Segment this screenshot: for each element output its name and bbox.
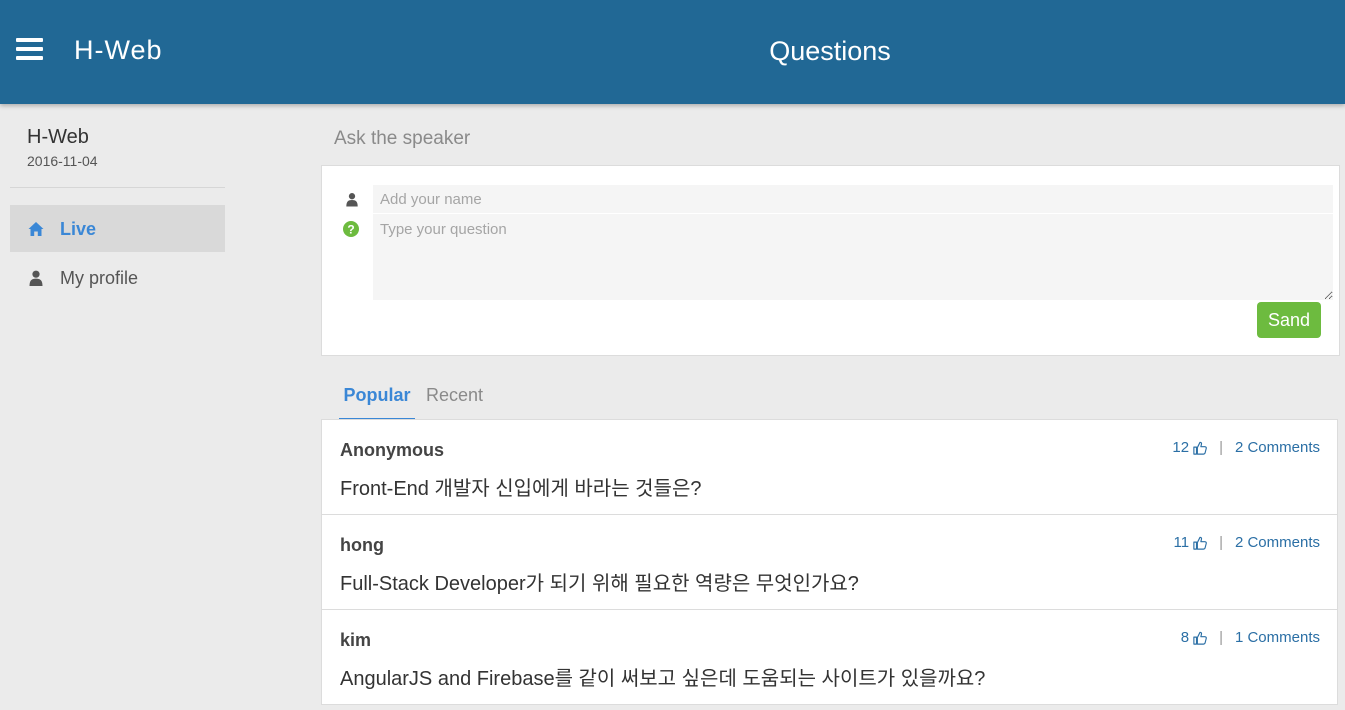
sidebar-item-label: My profile <box>60 268 139 288</box>
question-circle-icon: ? <box>343 221 359 237</box>
like-button[interactable]: 11 <box>1173 534 1207 551</box>
comments-link[interactable]: 2 Comments <box>1235 534 1320 551</box>
like-count: 11 <box>1173 534 1190 551</box>
question-list: Anonymous Front-End 개발자 신입에게 바라는 것들은? 12… <box>321 419 1338 705</box>
list-item: kim AngularJS and Firebase를 같이 써보고 싶은데 도… <box>321 610 1338 705</box>
tab-popular[interactable]: Popular <box>339 380 415 421</box>
user-icon <box>29 270 43 286</box>
home-icon <box>28 222 44 236</box>
svg-text:?: ? <box>347 222 354 236</box>
event-name: H-Web <box>27 126 89 148</box>
meta-separator: | <box>1219 629 1223 646</box>
like-count: 12 <box>1172 439 1190 456</box>
send-button[interactable]: Sand <box>1257 302 1321 338</box>
top-app-bar: H-Web Questions <box>0 0 1345 104</box>
page-title: Questions <box>769 36 891 66</box>
comments-link[interactable]: 1 Comments <box>1235 629 1320 646</box>
question-author: kim <box>340 630 372 650</box>
user-icon <box>346 193 358 207</box>
meta-separator: | <box>1219 534 1223 551</box>
menu-icon[interactable] <box>16 38 43 62</box>
event-date: 2016-11-04 <box>27 153 98 169</box>
meta-separator: | <box>1219 439 1223 456</box>
sidebar: H-Web 2016-11-04 Live My profile <box>0 104 236 710</box>
question-meta: 11 | 2 Comments <box>1173 534 1320 551</box>
question-meta: 8 | 1 Comments <box>1181 629 1320 646</box>
comments-link[interactable]: 2 Comments <box>1235 439 1320 456</box>
like-button[interactable]: 8 <box>1181 629 1207 646</box>
thumbs-up-icon <box>1193 631 1207 645</box>
sidebar-item-live[interactable]: Live <box>10 205 225 252</box>
ask-section-title: Ask the speaker <box>334 128 471 149</box>
like-button[interactable]: 12 <box>1172 439 1207 456</box>
question-input[interactable] <box>373 214 1333 300</box>
question-text: Front-End 개발자 신입에게 바라는 것들은? <box>340 478 702 500</box>
like-count: 8 <box>1180 629 1190 646</box>
tab-recent[interactable]: Recent <box>426 380 483 418</box>
question-author: Anonymous <box>340 440 445 460</box>
ask-form: ? Sand <box>321 165 1340 356</box>
question-meta: 12 | 2 Comments <box>1172 439 1320 456</box>
sidebar-item-label: Live <box>60 219 97 239</box>
question-author: hong <box>340 535 384 555</box>
list-item: Anonymous Front-End 개발자 신입에게 바라는 것들은? 12… <box>321 419 1338 515</box>
list-item: hong Full-Stack Developer가 되기 위해 필요한 역량은… <box>321 515 1338 610</box>
question-text: AngularJS and Firebase를 같이 써보고 싶은데 도움되는 … <box>340 668 986 690</box>
thumbs-up-icon <box>1193 441 1207 455</box>
app-title: H-Web <box>74 35 163 65</box>
name-input[interactable] <box>373 185 1333 213</box>
sidebar-item-my-profile[interactable]: My profile <box>10 254 225 301</box>
question-text: Full-Stack Developer가 되기 위해 필요한 역량은 무엇인가… <box>340 573 859 595</box>
event-info: H-Web 2016-11-04 <box>27 126 98 169</box>
sidebar-divider <box>10 187 225 188</box>
thumbs-up-icon <box>1193 536 1207 550</box>
